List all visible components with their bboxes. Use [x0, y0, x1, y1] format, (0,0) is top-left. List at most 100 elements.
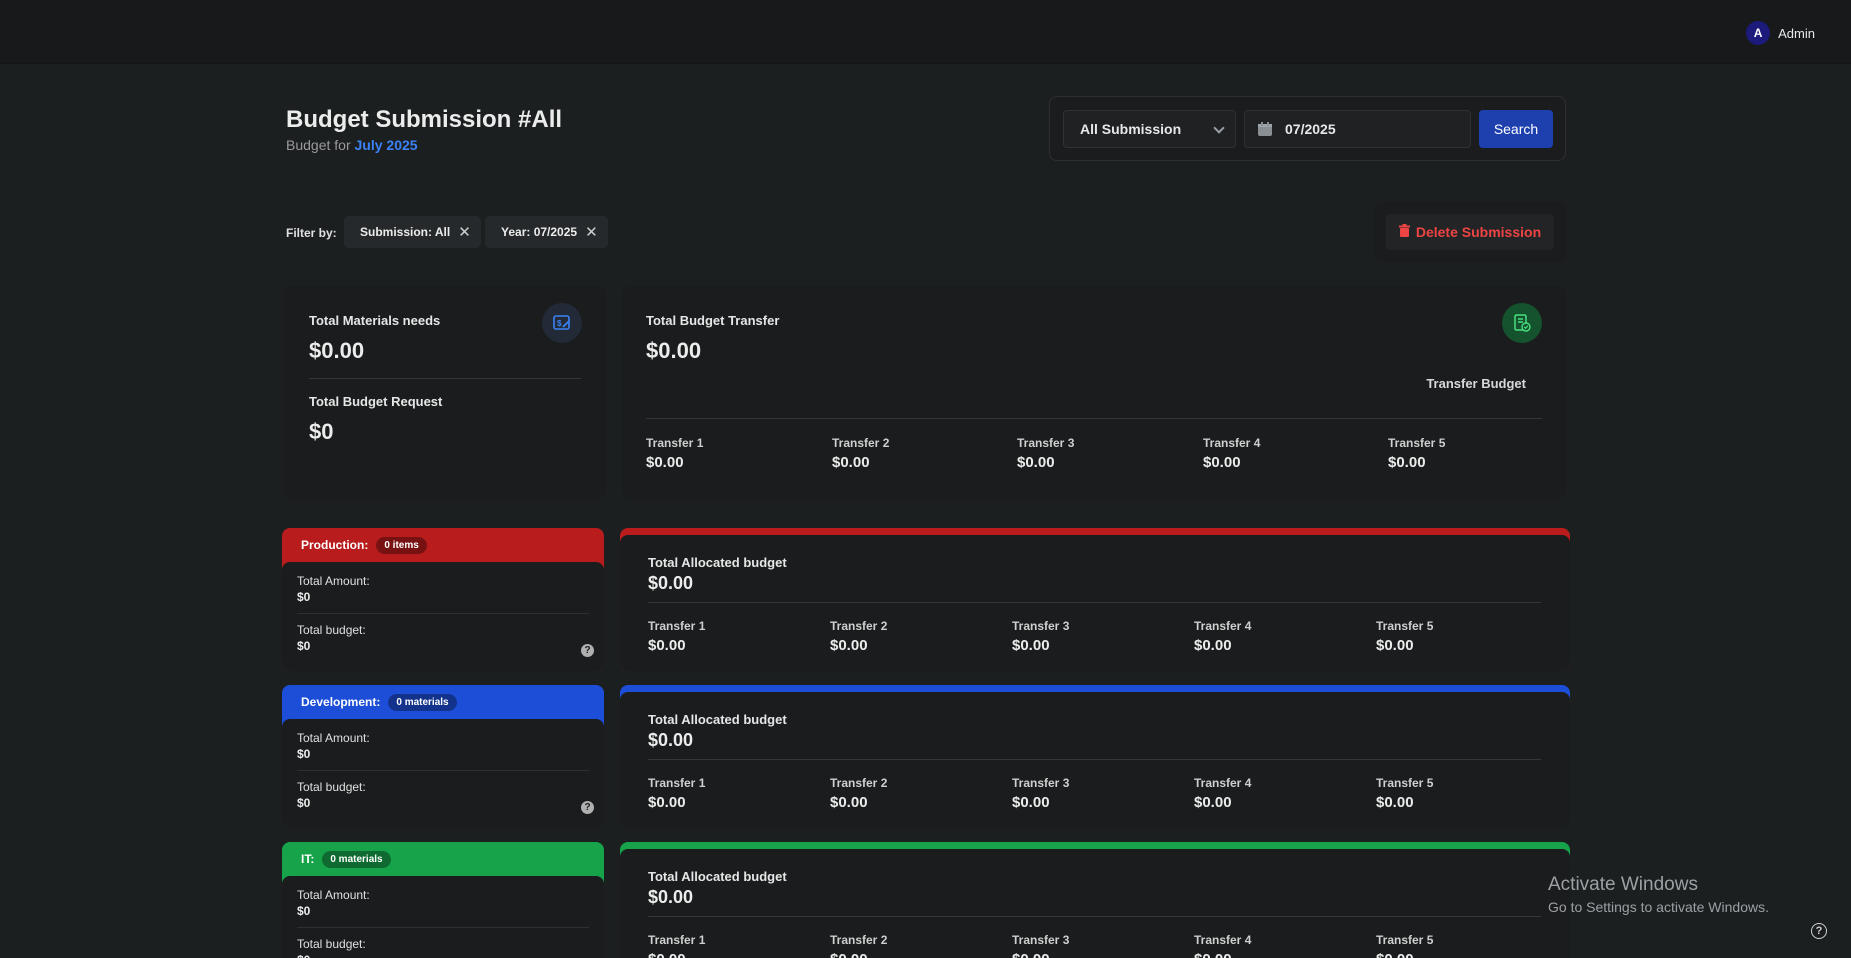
- transfer-label: Transfer 4: [1194, 619, 1252, 633]
- divider: [648, 759, 1541, 760]
- count-badge: 0 materials: [322, 851, 391, 868]
- department-card: Development: 0 materials Total Amount: $0 To…: [282, 685, 604, 828]
- transfer-label: Transfer 2: [830, 776, 888, 790]
- transfer-label: Transfer 3: [1012, 619, 1070, 633]
- allocated-body: Total Allocated budget $0.00 Transfer 1 $0.…: [620, 692, 1570, 828]
- transfer-item: Transfer 5 $0.00: [1376, 933, 1433, 958]
- total-amount-label: Total Amount:: [297, 731, 370, 745]
- help-icon[interactable]: ?: [581, 801, 594, 814]
- department-name: Development:: [301, 695, 381, 709]
- transfer-label: Transfer 2: [830, 933, 888, 947]
- divider: [646, 418, 1542, 419]
- top-bar: A Admin: [0, 0, 1851, 64]
- transfer-label: Transfer 4: [1203, 436, 1261, 450]
- transfer-item: Transfer 1 $0.00: [646, 436, 703, 471]
- watermark-line-1: Activate Windows: [1548, 874, 1698, 895]
- filter-chip-submission[interactable]: Submission: All ✕: [344, 216, 481, 248]
- count-badge: 0 materials: [388, 694, 457, 711]
- transfer-value: $0.00: [1012, 951, 1069, 958]
- trash-icon: [1398, 224, 1410, 240]
- materials-summary-card: Total Materials needs $0.00 $ Total Budg…: [284, 286, 606, 499]
- divider: [309, 378, 581, 379]
- materials-label: Total Materials needs: [309, 313, 441, 328]
- transfer-item: Transfer 4 $0.00: [1194, 776, 1251, 811]
- count-badge: 0 items: [376, 537, 427, 554]
- transfer-item: Transfer 3 $0.00: [1017, 436, 1074, 471]
- allocated-label: Total Allocated budget: [648, 869, 787, 884]
- transfer-budget-button[interactable]: Transfer Budget: [1426, 376, 1526, 391]
- avatar[interactable]: A: [1746, 21, 1771, 45]
- close-icon[interactable]: ✕: [458, 223, 471, 241]
- chevron-down-icon: [1213, 122, 1225, 134]
- total-amount-value: $0: [297, 904, 311, 918]
- transfer-label: Total Budget Transfer: [646, 313, 780, 328]
- department-header[interactable]: IT: 0 materials: [282, 842, 604, 880]
- transfer-value: $0.00: [1012, 637, 1050, 654]
- search-button[interactable]: Search: [1479, 110, 1553, 148]
- page-subtitle: Budget for July 2025: [286, 137, 418, 153]
- delete-submission-button[interactable]: Delete Submission: [1386, 214, 1554, 250]
- transfer-value: $0.00: [648, 794, 686, 811]
- transfer-item: Transfer 1 $0.00: [648, 933, 705, 958]
- transfer-value: $0.00: [648, 637, 686, 654]
- department-body: Total Amount:$0Total budget:$0?: [282, 876, 604, 958]
- allocated-value: $0.00: [648, 573, 694, 593]
- user-name[interactable]: Admin: [1778, 26, 1815, 41]
- total-budget: Total budget: $0: [297, 937, 366, 958]
- department-card: Production: 0 items Total Amount: $0 Total b…: [282, 528, 604, 671]
- transfer-item: Transfer 2 $0.00: [832, 436, 889, 471]
- department-name: Production:: [301, 538, 369, 552]
- transfer-value: $0.00: [1376, 637, 1414, 654]
- delete-panel: Delete Submission: [1374, 202, 1566, 262]
- total-budget-label: Total budget:: [297, 623, 366, 637]
- transfer-label: Transfer 1: [648, 776, 706, 790]
- department-header[interactable]: Development: 0 materials: [282, 685, 604, 723]
- request-value: $0: [309, 419, 334, 444]
- windows-watermark: Activate Windows Go to Settings to activ…: [1548, 874, 1769, 915]
- transfer-value: $0.00: [830, 637, 868, 654]
- transfer-label: Transfer 3: [1017, 436, 1075, 450]
- transfer-item: Transfer 1 $0.00: [648, 776, 705, 811]
- submission-select[interactable]: All Submission: [1063, 110, 1236, 148]
- help-icon[interactable]: ?: [1811, 923, 1827, 939]
- user-menu[interactable]: A Admin: [1746, 21, 1815, 45]
- transfer-value: $0.00: [1376, 794, 1414, 811]
- allocated-body: Total Allocated budget $0.00 Transfer 1 $0.…: [620, 849, 1570, 958]
- date-input[interactable]: 07/2025: [1244, 110, 1471, 148]
- transfer-value: $0.00: [1017, 454, 1055, 471]
- total-amount-label: Total Amount:: [297, 888, 370, 902]
- transfer-item: Transfer 2 $0.00: [830, 776, 887, 811]
- transfer-label: Transfer 5: [1376, 776, 1434, 790]
- svg-text:$: $: [557, 319, 562, 328]
- filter-chip-year[interactable]: Year: 07/2025 ✕: [485, 216, 608, 248]
- total-amount-label: Total Amount:: [297, 574, 370, 588]
- transfer-value: $0.00: [830, 794, 868, 811]
- department-body: Total Amount:$0Total budget:$0?: [282, 719, 604, 828]
- transfer-value: $0.00: [1194, 794, 1232, 811]
- watermark-line-2: Go to Settings to activate Windows.: [1548, 899, 1769, 915]
- budget-edit-icon: $: [542, 303, 582, 343]
- materials-value: $0.00: [309, 338, 365, 363]
- calendar-icon: [1257, 121, 1273, 140]
- transfer-value: $0.00: [1203, 454, 1241, 471]
- subtitle-month: July 2025: [354, 137, 418, 153]
- allocated-budget-card: Total Allocated budget $0.00 Transfer 1 $0.…: [620, 685, 1570, 828]
- department-header[interactable]: Production: 0 items: [282, 528, 604, 566]
- transfer-item: Transfer 4 $0.00: [1194, 933, 1251, 958]
- transfer-summary-card: Total Budget Transfer $0.00 Transfer Bud…: [622, 286, 1566, 499]
- filter-label: Filter by:: [286, 226, 337, 240]
- divider: [648, 602, 1541, 603]
- total-budget-value: $0: [297, 953, 366, 958]
- allocated-budget-card: Total Allocated budget $0.00 Transfer 1 $0.…: [620, 528, 1570, 671]
- transfer-label: Transfer 1: [648, 619, 706, 633]
- close-icon[interactable]: ✕: [585, 223, 598, 241]
- transfer-value: $0.00: [1376, 951, 1433, 958]
- transfer-value: $0.00: [646, 454, 684, 471]
- total-amount: Total Amount: $0: [297, 888, 370, 918]
- subtitle-prefix: Budget for: [286, 137, 351, 153]
- help-icon[interactable]: ?: [581, 644, 594, 657]
- document-check-icon: [1502, 303, 1542, 343]
- total-amount: Total Amount: $0: [297, 574, 370, 604]
- allocated-budget-card: Total Allocated budget $0.00 Transfer 1 $0.…: [620, 842, 1570, 958]
- transfer-label: Transfer 5: [1376, 933, 1434, 947]
